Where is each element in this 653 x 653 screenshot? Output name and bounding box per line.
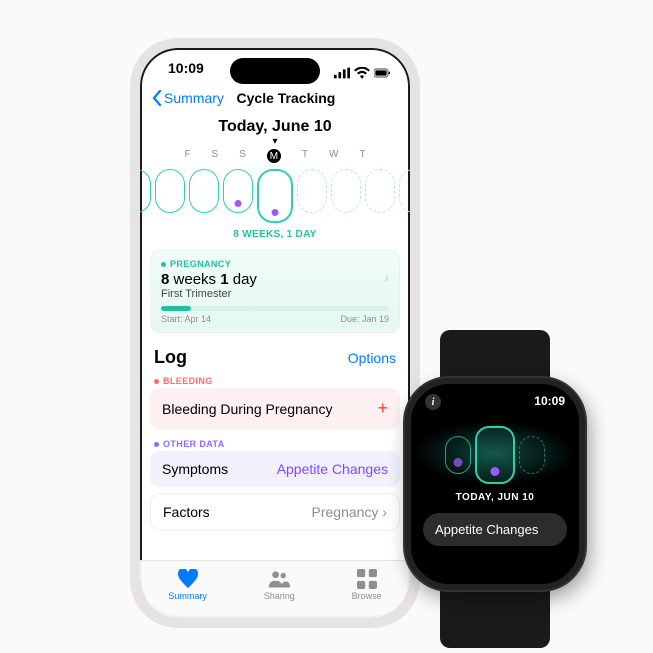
day-label: S	[212, 149, 219, 163]
today-header: Today, June 10	[140, 118, 410, 136]
pregnancy-card[interactable]: PREGNANCY 8 weeks 1 day First Trimester …	[150, 250, 400, 333]
options-button[interactable]: Options	[348, 350, 396, 366]
today-marker-icon: ▾	[140, 136, 410, 147]
day-label: F	[184, 149, 190, 163]
day-label: T	[302, 149, 308, 163]
watch-today-label: TODAY, JUN 10	[411, 492, 579, 503]
symptoms-row[interactable]: Symptoms Appetite Changes	[150, 451, 400, 487]
chevron-right-icon: ›	[384, 269, 389, 285]
symptoms-value: Appetite Changes	[277, 461, 388, 477]
cycle-day-pill	[189, 169, 219, 213]
signal-icon	[334, 67, 350, 79]
bleeding-tag: BLEEDING	[140, 372, 410, 388]
cycle-day-pill	[155, 169, 185, 213]
start-date: Start: Apr 14	[161, 314, 211, 324]
tab-label: Sharing	[264, 591, 295, 601]
log-dot-icon	[272, 209, 279, 216]
status-icons	[334, 60, 390, 86]
watch-cycle-strip[interactable]	[411, 420, 579, 486]
factors-value: Pregnancy ›	[312, 504, 388, 520]
chevron-left-icon	[152, 90, 162, 106]
log-heading: Log	[154, 347, 187, 368]
digital-crown[interactable]	[582, 434, 585, 466]
people-icon	[268, 569, 290, 589]
grid-icon	[356, 569, 378, 589]
info-icon[interactable]: i	[425, 394, 441, 410]
bleeding-label: Bleeding During Pregnancy	[162, 401, 332, 417]
dynamic-island	[230, 58, 320, 84]
watch-day-pill	[445, 436, 471, 474]
factors-label: Factors	[163, 504, 210, 520]
watch-day-pill-today[interactable]	[475, 426, 515, 484]
side-button[interactable]	[583, 484, 585, 526]
gestation-summary: 8 WEEKS, 1 DAY	[140, 229, 410, 240]
pregnancy-tag: PREGNANCY	[161, 259, 389, 269]
day-label: T	[359, 149, 365, 163]
watch-status-bar: i 10:09	[411, 384, 579, 410]
bleeding-row[interactable]: Bleeding During Pregnancy +	[150, 388, 400, 429]
factors-row[interactable]: Factors Pregnancy ›	[150, 493, 400, 531]
log-dot-icon	[491, 467, 500, 476]
trimester-label: First Trimester	[161, 288, 389, 300]
nav-title: Cycle Tracking	[174, 90, 398, 106]
tab-bar: Summary Sharing Browse	[140, 560, 410, 618]
pregnancy-progress-bar	[161, 306, 389, 311]
watch-time: 10:09	[534, 394, 565, 410]
cycle-day-pill-future	[399, 169, 420, 213]
log-dot-icon	[235, 200, 242, 207]
day-label: W	[329, 149, 338, 163]
cycle-day-pill	[223, 169, 253, 213]
watch-symptom-chip[interactable]: Appetite Changes	[423, 513, 567, 546]
day-label-current: M	[267, 149, 281, 163]
cycle-pill-strip[interactable]	[140, 169, 410, 223]
plus-icon[interactable]: +	[377, 398, 388, 419]
symptoms-label: Symptoms	[162, 461, 228, 477]
wifi-icon	[354, 67, 370, 79]
watch-face: i 10:09 TODAY, JUN 10 Appetite Changes	[405, 378, 585, 590]
battery-icon	[374, 67, 390, 79]
tab-summary[interactable]: Summary	[168, 569, 207, 601]
cycle-day-pill-future	[297, 169, 327, 213]
tab-browse[interactable]: Browse	[352, 569, 382, 601]
log-header: Log Options	[140, 343, 410, 372]
cycle-day-pill-future	[331, 169, 361, 213]
day-label: S	[239, 149, 246, 163]
status-time: 10:09	[168, 60, 204, 86]
iphone-frame: 10:09 Summary Cycle Tracking Today, June…	[130, 38, 420, 628]
heart-icon	[177, 569, 199, 589]
pregnancy-duration: 8 weeks 1 day	[161, 271, 389, 288]
tab-label: Browse	[352, 591, 382, 601]
other-data-tag: OTHER DATA	[140, 435, 410, 451]
cycle-day-pill-future	[365, 169, 395, 213]
watch-day-pill-future	[519, 436, 545, 474]
cycle-day-pill	[130, 169, 151, 213]
tab-label: Summary	[168, 591, 207, 601]
due-date: Due: Jan 19	[340, 314, 389, 324]
nav-bar: Summary Cycle Tracking	[140, 86, 410, 114]
progress-labels: Start: Apr 14 Due: Jan 19	[161, 314, 389, 324]
cycle-day-pill-today[interactable]	[257, 169, 293, 223]
day-labels: F S S M T W T	[140, 149, 410, 163]
log-dot-icon	[454, 458, 463, 467]
apple-watch: i 10:09 TODAY, JUN 10 Appetite Changes	[400, 330, 590, 648]
tab-sharing[interactable]: Sharing	[264, 569, 295, 601]
